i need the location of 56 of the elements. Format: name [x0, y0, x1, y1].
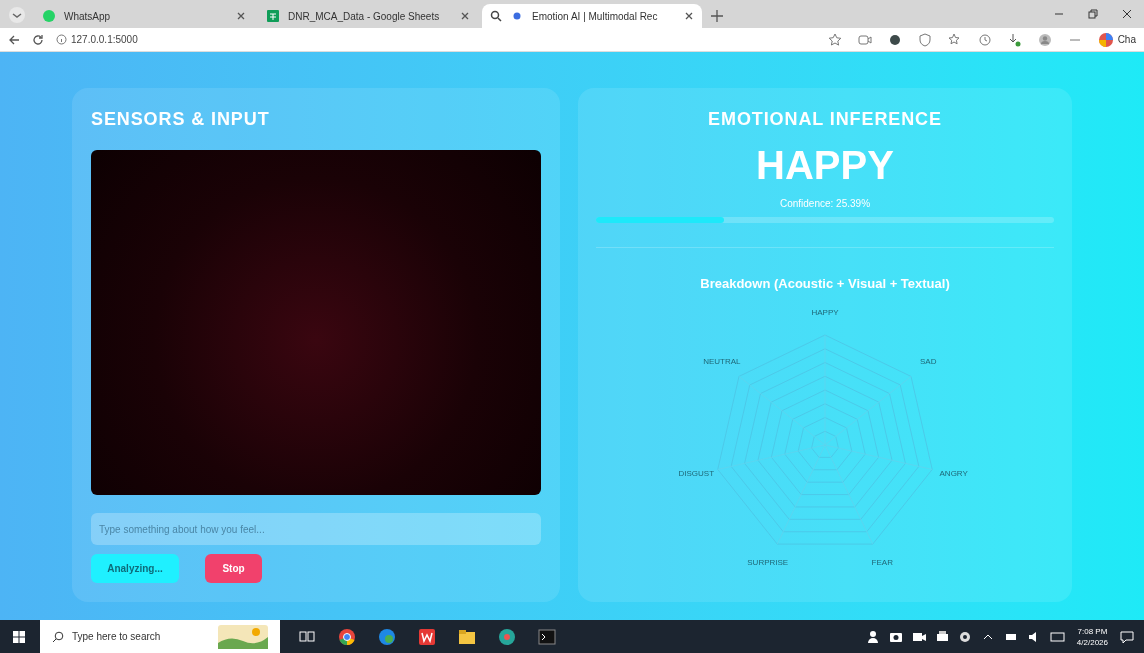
browser-tab[interactable]: Emotion AI | Multimodal Rec — [482, 4, 702, 28]
windows-icon[interactable] — [12, 629, 26, 644]
tab-title: Emotion AI | Multimodal Rec — [532, 9, 659, 24]
confidence-text: Confidence: 25.39% — [779, 197, 871, 211]
circle-icon[interactable] — [887, 32, 902, 47]
close-icon[interactable] — [236, 11, 246, 21]
axis-label: HAPPY — [811, 306, 839, 319]
search-icon — [490, 10, 502, 22]
panel-title: SENSORS & INPUT — [91, 108, 271, 131]
clock-date[interactable]: 4/2/2026 — [1076, 636, 1108, 648]
landscape-icon — [218, 624, 268, 649]
search-placeholder: Type here to search — [72, 630, 162, 644]
url-text[interactable]: 127.0.0.1:5000 — [71, 32, 138, 47]
clock-time[interactable]: 7:08 PM — [1077, 625, 1108, 637]
tab-title: WhatsApp — [64, 9, 112, 24]
axis-label: SAD — [919, 356, 937, 369]
tab-title: DNR_MCA_Data - Google Sheets — [288, 9, 441, 24]
panel-title: EMOTIONAL INFERENCE — [708, 108, 942, 131]
browser-tab[interactable]: DNR_MCA_Data - Google Sheets — [258, 4, 478, 28]
back-icon[interactable] — [8, 33, 20, 46]
axis-label: FEAR — [871, 557, 893, 570]
chrome-icon[interactable] — [338, 627, 356, 646]
download-icon[interactable] — [1007, 32, 1022, 47]
reload-icon[interactable] — [32, 33, 44, 46]
info-icon — [56, 34, 67, 45]
avatar-icon[interactable] — [1037, 32, 1052, 47]
tab-list-icon[interactable] — [8, 6, 26, 24]
close-icon[interactable] — [460, 11, 470, 21]
profile-label[interactable]: Cha — [1117, 32, 1136, 47]
printer-icon[interactable] — [934, 629, 950, 644]
analyze-button[interactable]: Analyzing... — [91, 554, 179, 583]
notification-icon[interactable] — [1120, 629, 1134, 644]
axis-label: DISGUST — [678, 467, 715, 480]
search-icon — [52, 630, 64, 643]
star-icon[interactable] — [827, 32, 842, 47]
close-icon[interactable] — [684, 11, 694, 21]
people-icon[interactable] — [865, 629, 881, 644]
folder-icon[interactable] — [458, 627, 476, 646]
office-app-icon[interactable] — [418, 627, 436, 646]
breakdown-title: Breakdown (Acoustic + Visual + Textual) — [700, 275, 950, 293]
shield-icon[interactable] — [917, 32, 932, 47]
new-tab-icon[interactable] — [710, 9, 724, 23]
axis-label: SURPRISE — [747, 557, 789, 570]
close-icon[interactable] — [1122, 9, 1132, 19]
terminal-icon[interactable] — [538, 627, 556, 646]
axis-label: NEUTRAL — [703, 356, 741, 369]
browser-tab[interactable]: WhatsApp — [34, 4, 254, 28]
axis-label: ANGRY — [939, 467, 968, 480]
keyboard-icon[interactable] — [1049, 629, 1065, 644]
stop-button[interactable]: Stop — [205, 554, 262, 583]
favorites-icon[interactable] — [947, 32, 962, 47]
restore-icon[interactable] — [1088, 9, 1098, 19]
taskbar-search-field[interactable]: Type here to search — [40, 620, 280, 653]
spreadsheet-icon — [266, 9, 280, 23]
history-icon[interactable] — [977, 32, 992, 47]
emotion-label: HAPPY — [756, 145, 894, 185]
